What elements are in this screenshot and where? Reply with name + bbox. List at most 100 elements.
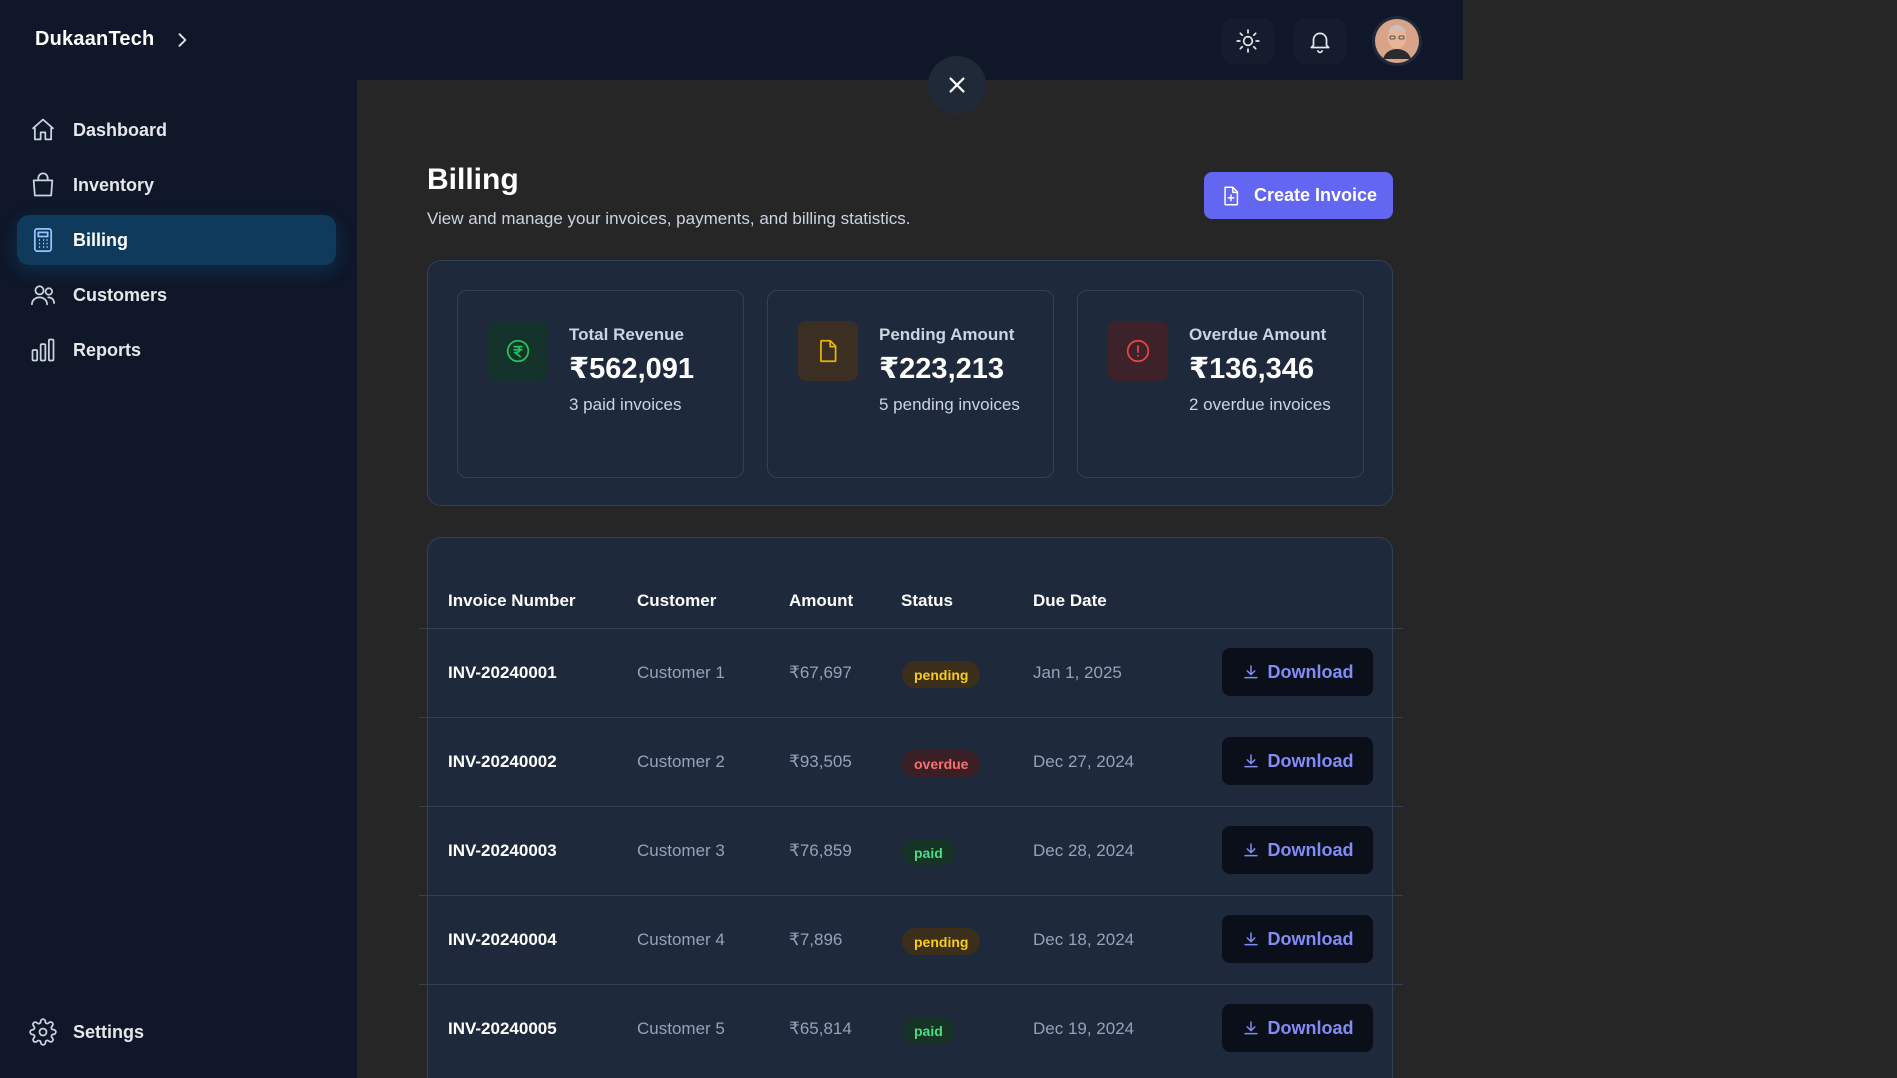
download-icon: [1243, 843, 1258, 857]
sidebar-item-label: Inventory: [73, 174, 155, 195]
customer-name: Customer 2: [637, 752, 725, 771]
bell-icon: [1310, 32, 1330, 54]
customer-name: Customer 4: [637, 930, 725, 949]
document-icon: [820, 339, 837, 363]
stat-icon-box: [488, 321, 548, 381]
download-button[interactable]: Download: [1222, 648, 1373, 696]
table-header: Invoice Number Customer Amount Status Du…: [428, 538, 1392, 630]
invoice-number: INV-20240003: [448, 841, 557, 860]
column-header-customer: Customer: [637, 591, 717, 610]
gear-icon: [29, 1018, 57, 1046]
sidebar-nav: Dashboard Inventory Billing Customers Re…: [17, 105, 336, 380]
sidebar: DukaanTech Dashboard Inventory Billing C…: [0, 0, 357, 1078]
stats-panel: Total Revenue ₹562,091 3 paid invoices P…: [427, 260, 1393, 506]
download-button[interactable]: Download: [1222, 915, 1373, 963]
page-subtitle: View and manage your invoices, payments,…: [427, 209, 911, 228]
chevron-right-icon[interactable]: [172, 30, 192, 50]
file-plus-icon: [1224, 186, 1239, 205]
close-button[interactable]: [928, 56, 986, 114]
stat-card-pending-amount: Pending Amount ₹223,213 5 pending invoic…: [767, 290, 1054, 478]
status-badge: overdue: [902, 750, 981, 777]
stat-value: ₹136,346: [1189, 353, 1315, 385]
create-invoice-button[interactable]: Create Invoice: [1204, 172, 1393, 219]
column-header-invoice-number: Invoice Number: [448, 591, 576, 610]
invoice-amount: ₹76,859: [789, 841, 852, 860]
table-row[interactable]: INV-20240002 Customer 2 ₹93,505 overdue …: [419, 717, 1403, 806]
sun-icon: [1236, 29, 1260, 53]
status-badge: pending: [902, 661, 981, 688]
invoices-table: Invoice Number Customer Amount Status Du…: [419, 537, 1403, 1078]
sidebar-item-inventory[interactable]: Inventory: [17, 160, 336, 210]
users-icon: [31, 285, 55, 306]
download-label: Download: [1267, 839, 1354, 860]
invoice-number: INV-20240004: [448, 930, 557, 949]
status-badge: paid: [902, 839, 955, 866]
calculator-icon: [33, 228, 53, 252]
customer-name: Customer 1: [637, 663, 725, 682]
brand[interactable]: DukaanTech: [35, 28, 192, 51]
download-icon: [1243, 1021, 1258, 1035]
notifications-button[interactable]: [1294, 18, 1346, 64]
stat-icon-box: [798, 321, 858, 381]
due-date: Dec 18, 2024: [1033, 930, 1135, 949]
customer-name: Customer 3: [637, 841, 725, 860]
invoice-amount: ₹65,814: [789, 1019, 852, 1038]
customer-name: Customer 5: [637, 1019, 725, 1038]
download-button[interactable]: Download: [1222, 737, 1373, 785]
download-icon: [1243, 754, 1258, 768]
sidebar-item-reports[interactable]: Reports: [17, 325, 336, 375]
table-row[interactable]: INV-20240004 Customer 4 ₹7,896 pending D…: [419, 895, 1403, 984]
stat-card-overdue-amount: Overdue Amount ₹136,346 2 overdue invoic…: [1077, 290, 1364, 478]
download-label: Download: [1267, 1017, 1354, 1038]
topbar: [357, 0, 1463, 80]
sidebar-item-label: Billing: [73, 229, 128, 250]
download-icon: [1243, 932, 1258, 946]
theme-toggle-button[interactable]: [1222, 18, 1274, 64]
alert-circle-icon: [1126, 339, 1150, 363]
stat-subtext: 5 pending invoices: [879, 395, 1020, 414]
brand-name: DukaanTech: [35, 28, 155, 50]
status-badge: pending: [902, 928, 981, 955]
stat-card-total-revenue: Total Revenue ₹562,091 3 paid invoices: [457, 290, 744, 478]
page-title: Billing: [427, 163, 519, 196]
due-date: Dec 27, 2024: [1033, 752, 1135, 771]
table-row[interactable]: INV-20240001 Customer 1 ₹67,697 pending …: [419, 628, 1403, 717]
download-label: Download: [1267, 661, 1354, 682]
due-date: Jan 1, 2025: [1033, 663, 1122, 682]
stat-label: Pending Amount: [879, 325, 1015, 344]
stat-label: Total Revenue: [569, 325, 684, 344]
sidebar-item-billing[interactable]: Billing: [17, 215, 336, 265]
download-label: Download: [1267, 928, 1354, 949]
download-label: Download: [1267, 750, 1354, 771]
download-button[interactable]: Download: [1222, 826, 1373, 874]
invoice-number: INV-20240001: [448, 663, 557, 682]
invoice-amount: ₹7,896: [789, 930, 843, 949]
due-date: Dec 19, 2024: [1033, 1019, 1135, 1038]
due-date: Dec 28, 2024: [1033, 841, 1135, 860]
invoice-amount: ₹93,505: [789, 752, 852, 771]
table-row[interactable]: INV-20240005 Customer 5 ₹65,814 paid Dec…: [419, 984, 1403, 1073]
stat-subtext: 3 paid invoices: [569, 395, 682, 414]
bar-chart-icon: [31, 338, 55, 362]
column-header-due-date: Due Date: [1033, 591, 1107, 610]
invoice-amount: ₹67,697: [789, 663, 852, 682]
sidebar-item-label: Reports: [73, 339, 142, 360]
table-row[interactable]: INV-20240003 Customer 3 ₹76,859 paid Dec…: [419, 806, 1403, 895]
avatar[interactable]: [1372, 16, 1422, 66]
download-button[interactable]: Download: [1222, 1004, 1373, 1052]
download-icon: [1243, 665, 1258, 679]
shopping-bag-icon: [32, 172, 54, 197]
stat-value: ₹223,213: [879, 353, 1005, 385]
status-badge: paid: [902, 1017, 955, 1044]
column-header-status: Status: [901, 591, 953, 610]
sidebar-item-label: Customers: [73, 284, 168, 305]
stat-subtext: 2 overdue invoices: [1189, 395, 1331, 414]
sidebar-item-customers[interactable]: Customers: [17, 270, 336, 320]
home-icon: [31, 118, 55, 141]
sidebar-item-dashboard[interactable]: Dashboard: [17, 105, 336, 155]
rupee-circle-icon: [506, 339, 530, 363]
create-invoice-label: Create Invoice: [1253, 185, 1378, 205]
settings-label: Settings: [73, 1021, 145, 1042]
sidebar-item-settings[interactable]: Settings: [29, 1018, 144, 1046]
stat-icon-box: [1108, 321, 1168, 381]
